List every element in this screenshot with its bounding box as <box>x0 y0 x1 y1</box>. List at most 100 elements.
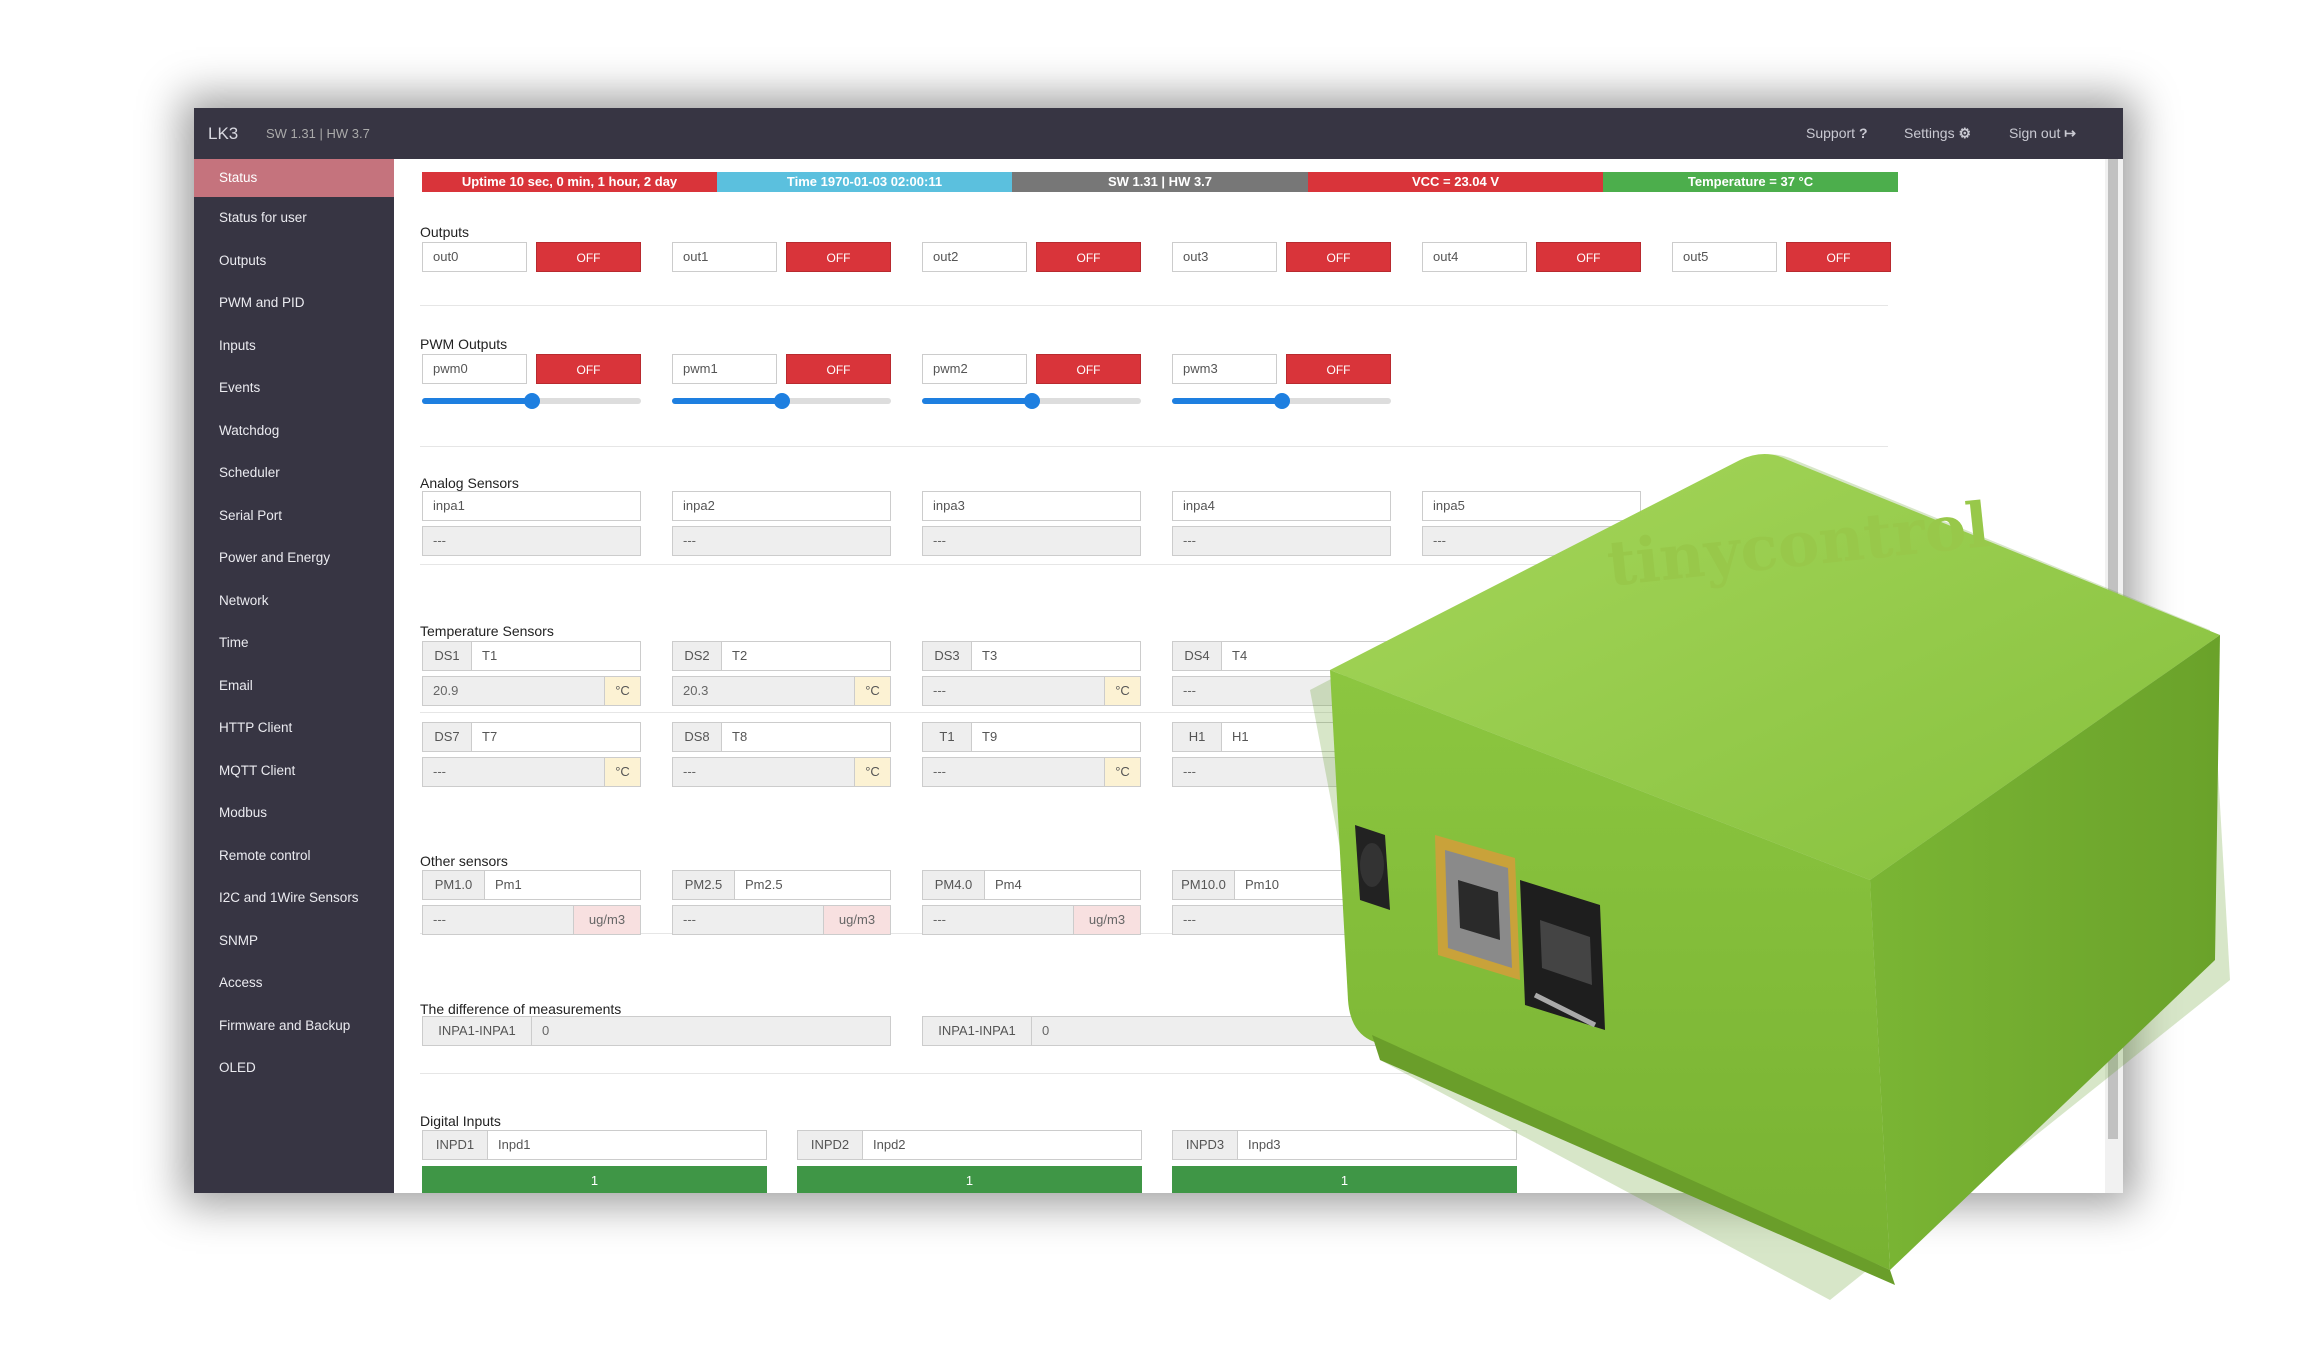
other-sensor-id: PM1.0 <box>422 870 485 900</box>
sidebar-item-inputs[interactable]: Inputs <box>194 325 394 367</box>
pwm-name-field[interactable]: pwm0 <box>422 354 527 384</box>
section-title-analog: Analog Sensors <box>420 475 519 491</box>
digital-input-name-field[interactable]: Inpd2 <box>862 1130 1142 1160</box>
pwm-slider[interactable] <box>672 393 891 409</box>
sidebar-item-firmware-and-backup[interactable]: Firmware and Backup <box>194 1005 394 1047</box>
analog-name-field[interactable]: inpa2 <box>672 491 891 521</box>
other-sensor-name-field[interactable]: Pm2.5 <box>734 870 891 900</box>
digital-input-state: 1 <box>422 1166 767 1193</box>
output-name-field[interactable]: out2 <box>922 242 1027 272</box>
other-unit-label: ug/m3 <box>573 905 641 935</box>
output-name-field[interactable]: out0 <box>422 242 527 272</box>
settings-link[interactable]: Settings ⚙ <box>1904 125 1971 142</box>
digital-input-id: INPD2 <box>797 1130 863 1160</box>
diff-label: INPA1-INPA1 <box>422 1016 532 1046</box>
sidebar-item-mqtt-client[interactable]: MQTT Client <box>194 750 394 792</box>
pwm-name-field[interactable]: pwm1 <box>672 354 777 384</box>
section-divider <box>420 305 1888 306</box>
sidebar-item-power-and-energy[interactable]: Power and Energy <box>194 537 394 579</box>
temp-sensor-id: H1 <box>1172 722 1222 752</box>
sidebar-item-access[interactable]: Access <box>194 962 394 1004</box>
analog-value-field: --- <box>422 526 641 556</box>
output-toggle-button[interactable]: OFF <box>536 242 641 272</box>
signout-link[interactable]: Sign out ↦ <box>2009 125 2076 142</box>
output-toggle-button[interactable]: OFF <box>1286 242 1391 272</box>
sidebar-item-modbus[interactable]: Modbus <box>194 792 394 834</box>
sidebar-item-watchdog[interactable]: Watchdog <box>194 410 394 452</box>
sidebar-item-i2c-and-1wire-sensors[interactable]: I2C and 1Wire Sensors <box>194 877 394 919</box>
temp-sensor-id: DS3 <box>922 641 972 671</box>
temp-unit-label: °C <box>1104 676 1141 706</box>
temp-value-field: --- <box>672 757 855 787</box>
section-title-digital: Digital Inputs <box>420 1113 501 1129</box>
temp-sensor-id: DS1 <box>422 641 472 671</box>
pwm-slider[interactable] <box>1172 393 1391 409</box>
brand-logo[interactable]: LK3 <box>208 124 238 144</box>
version-label: SW 1.31 | HW 3.7 <box>266 126 370 141</box>
pwm-slider-handle[interactable] <box>1273 393 1290 409</box>
output-name-field[interactable]: out4 <box>1422 242 1527 272</box>
sidebar-item-status[interactable]: Status <box>194 159 394 197</box>
sidebar-item-email[interactable]: Email <box>194 665 394 707</box>
other-sensor-name-field[interactable]: Pm4 <box>984 870 1141 900</box>
output-name-field[interactable]: out3 <box>1172 242 1277 272</box>
temp-sensor-id: DS8 <box>672 722 722 752</box>
device-body: tinycontrol <box>1310 454 2230 1300</box>
temp-value-field: --- <box>922 757 1105 787</box>
section-title-outputs: Outputs <box>420 224 470 240</box>
temp-sensor-name-field[interactable]: T3 <box>971 641 1141 671</box>
temp-unit-label: °C <box>604 676 641 706</box>
pwm-slider-handle[interactable] <box>773 393 790 409</box>
temp-sensor-name-field[interactable]: T9 <box>971 722 1141 752</box>
status-badge: SW 1.31 | HW 3.7 <box>1012 172 1308 192</box>
sidebar-item-remote-control[interactable]: Remote control <box>194 835 394 877</box>
temp-sensor-name-field[interactable]: T8 <box>721 722 891 752</box>
gear-icon: ⚙ <box>1958 125 1972 141</box>
temp-sensor-name-field[interactable]: T2 <box>721 641 891 671</box>
sidebar-item-events[interactable]: Events <box>194 367 394 409</box>
digital-input-name-field[interactable]: Inpd1 <box>487 1130 767 1160</box>
pwm-slider[interactable] <box>422 393 641 409</box>
other-sensor-name-field[interactable]: Pm1 <box>484 870 641 900</box>
sidebar-item-status-for-user[interactable]: Status for user <box>194 197 394 239</box>
status-badge: Uptime 10 sec, 0 min, 1 hour, 2 day <box>422 172 717 192</box>
pwm-slider-handle[interactable] <box>1023 393 1040 409</box>
pwm-toggle-button[interactable]: OFF <box>1286 354 1391 384</box>
sidebar-item-http-client[interactable]: HTTP Client <box>194 707 394 749</box>
temp-sensor-id: DS2 <box>672 641 722 671</box>
analog-name-field[interactable]: inpa1 <box>422 491 641 521</box>
output-toggle-button[interactable]: OFF <box>1786 242 1891 272</box>
pwm-slider-fill <box>422 398 532 404</box>
pwm-slider-fill <box>672 398 782 404</box>
section-title-temp: Temperature Sensors <box>420 623 554 639</box>
temp-sensor-name-field[interactable]: T1 <box>471 641 641 671</box>
output-toggle-button[interactable]: OFF <box>1036 242 1141 272</box>
pwm-slider-handle[interactable] <box>523 393 540 409</box>
analog-name-field[interactable]: inpa3 <box>922 491 1141 521</box>
other-value-field: --- <box>922 905 1074 935</box>
output-name-field[interactable]: out1 <box>672 242 777 272</box>
sidebar-item-scheduler[interactable]: Scheduler <box>194 452 394 494</box>
support-link[interactable]: Support ? <box>1806 125 1868 141</box>
pwm-name-field[interactable]: pwm3 <box>1172 354 1277 384</box>
output-name-field[interactable]: out5 <box>1672 242 1777 272</box>
signout-icon: ↦ <box>2064 125 2076 141</box>
pwm-toggle-button[interactable]: OFF <box>786 354 891 384</box>
pwm-slider[interactable] <box>922 393 1141 409</box>
pwm-toggle-button[interactable]: OFF <box>1036 354 1141 384</box>
question-icon: ? <box>1858 125 1868 141</box>
temp-sensor-name-field[interactable]: T7 <box>471 722 641 752</box>
sidebar-item-oled[interactable]: OLED <box>194 1047 394 1089</box>
output-toggle-button[interactable]: OFF <box>786 242 891 272</box>
pwm-toggle-button[interactable]: OFF <box>536 354 641 384</box>
sidebar-item-outputs[interactable]: Outputs <box>194 240 394 282</box>
pwm-name-field[interactable]: pwm2 <box>922 354 1027 384</box>
output-toggle-button[interactable]: OFF <box>1536 242 1641 272</box>
sidebar-item-network[interactable]: Network <box>194 580 394 622</box>
sidebar-item-serial-port[interactable]: Serial Port <box>194 495 394 537</box>
sidebar-item-time[interactable]: Time <box>194 622 394 664</box>
sidebar-item-snmp[interactable]: SNMP <box>194 920 394 962</box>
other-sensor-id: PM10.0 <box>1172 870 1235 900</box>
sidebar-item-pwm-and-pid[interactable]: PWM and PID <box>194 282 394 324</box>
temp-value-field: --- <box>422 757 605 787</box>
